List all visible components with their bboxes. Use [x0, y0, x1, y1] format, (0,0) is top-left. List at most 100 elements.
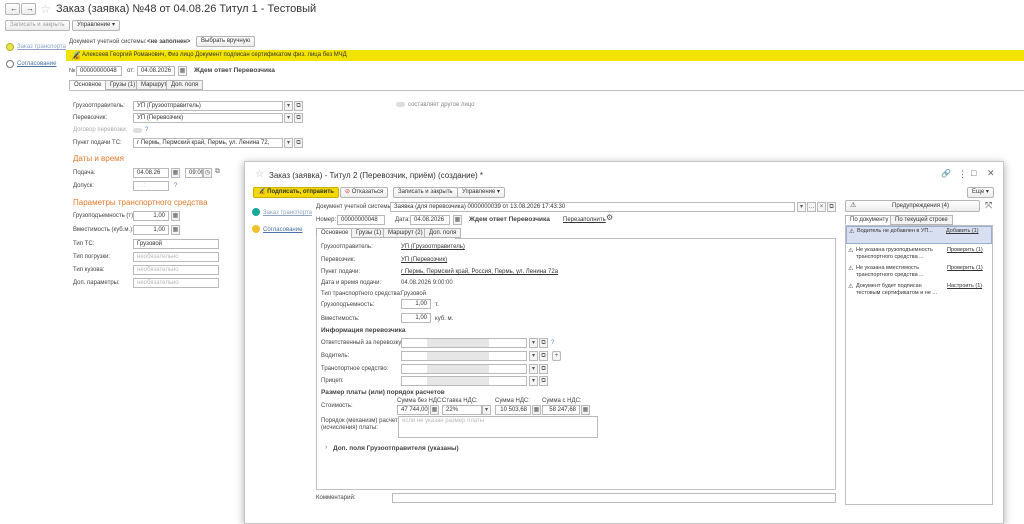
tab-main[interactable]: Основное	[316, 228, 354, 238]
select-icon[interactable]: …	[807, 202, 816, 212]
warning-row[interactable]: ⚠ Не указана вместимость транспортного с…	[846, 264, 992, 281]
help-icon[interactable]: ?	[145, 126, 148, 134]
submit-date-field[interactable]: 04.08.26	[133, 168, 169, 178]
settings-icon[interactable]: ⚙	[606, 213, 613, 222]
driver-field[interactable]	[401, 351, 527, 361]
link-icon[interactable]: 🔗	[941, 169, 951, 178]
open-link-icon[interactable]: ⧉	[539, 376, 548, 386]
nav-approval[interactable]: Согласование	[263, 226, 302, 234]
carrier-field[interactable]: УП (Перевозчик)	[133, 113, 283, 123]
copy-icon[interactable]: ⧉	[215, 168, 220, 176]
tab-main[interactable]: Основное	[69, 80, 107, 90]
dropdown-icon[interactable]: ▾	[482, 405, 491, 415]
num-field[interactable]: 00000000048	[337, 215, 385, 225]
vat-rate-field[interactable]: 22%	[442, 405, 482, 415]
calendar-icon[interactable]: ▦	[453, 215, 462, 225]
help-icon[interactable]: ?	[551, 339, 554, 347]
save-close-button[interactable]: Записать и закрыть	[393, 187, 458, 198]
open-link-icon[interactable]: ⧉	[539, 338, 548, 348]
ts-type-field[interactable]: Грузовой	[133, 239, 219, 249]
calculator-icon[interactable]: ▦	[171, 225, 180, 235]
dropdown-icon[interactable]: ▾	[797, 202, 806, 212]
manage-button[interactable]: Управление ▾	[72, 20, 121, 31]
carrier-link[interactable]: УП (Перевозчик)	[401, 256, 447, 264]
tab-by-row[interactable]: По текущей строке	[890, 215, 953, 225]
admit-field[interactable]: . . :	[133, 181, 169, 191]
sum-no-vat-field[interactable]: 47 744,00	[397, 405, 429, 415]
chevron-right-icon[interactable]: ›	[325, 444, 327, 451]
volume-field[interactable]: 1,00	[133, 225, 169, 235]
forward-button[interactable]: →	[21, 3, 36, 15]
clear-icon[interactable]: ×	[817, 202, 826, 212]
more-menu-icon[interactable]: ⋮	[958, 169, 967, 180]
load-type-field[interactable]: необязательно	[133, 252, 219, 262]
open-link-icon[interactable]: ⧉	[539, 351, 548, 361]
order-field[interactable]: если не указан размер платы	[398, 416, 598, 438]
calculator-icon[interactable]: ▦	[581, 405, 590, 415]
open-link-icon[interactable]: ⧉	[294, 113, 303, 123]
dropdown-icon[interactable]: ▾	[529, 351, 538, 361]
toggle-icon[interactable]	[396, 102, 405, 107]
warnings-button[interactable]: ⚠ Предупреждения (4)	[845, 200, 980, 212]
calendar-icon[interactable]: ▦	[171, 168, 180, 178]
vehicle-field[interactable]	[401, 364, 527, 374]
date-field[interactable]: 04.08.2026	[137, 66, 175, 76]
tab-by-doc[interactable]: По документу	[845, 215, 894, 225]
dropdown-icon[interactable]: ▾	[284, 113, 293, 123]
calculator-icon[interactable]: ▦	[171, 211, 180, 221]
sign-send-button[interactable]: 🔏 Подписать, отправить	[253, 187, 339, 198]
tab-extra[interactable]: Доп. поля	[166, 80, 204, 90]
point-field[interactable]: г Пермь, Пермский край, Пермь, ул. Ленин…	[133, 138, 283, 148]
manage-button[interactable]: Управление ▾	[457, 187, 506, 198]
nav-approval[interactable]: Согласование	[17, 60, 56, 68]
choose-manual-button[interactable]: Выбрать вручную	[196, 36, 256, 47]
num-field[interactable]: 00000000048	[76, 66, 122, 76]
doc-field[interactable]: Заявка (для перевозчика) 0000000039 от 1…	[390, 202, 795, 212]
dropdown-icon[interactable]: ▾	[529, 338, 538, 348]
trailer-field[interactable]	[401, 376, 527, 386]
warning-row[interactable]: ⚠ Документ будет подписан тестовым серти…	[846, 282, 992, 299]
capacity-field[interactable]: 1,00	[401, 299, 431, 309]
warning-row[interactable]: ⚠ Не указана грузоподъемность транспортн…	[846, 246, 992, 263]
refuse-button[interactable]: ⊘ Отказаться	[340, 187, 389, 198]
refill-link[interactable]: Перезаполнить	[563, 216, 606, 224]
responsible-field[interactable]	[401, 338, 527, 348]
help-icon[interactable]: ?	[174, 182, 177, 190]
tab-cargo[interactable]: Грузы (1)	[351, 228, 387, 238]
body-type-field[interactable]: необязательно	[133, 265, 219, 275]
add-icon[interactable]: +	[552, 351, 561, 361]
shipper-field[interactable]: УП (Грузоотправитель)	[133, 101, 283, 111]
dropdown-icon[interactable]: ▾	[529, 364, 538, 374]
save-close-button[interactable]: Записать и закрыть	[5, 20, 70, 31]
dropdown-icon[interactable]: ▾	[284, 138, 293, 148]
sum-with-vat-field[interactable]: 58 247,68	[542, 405, 580, 415]
tab-route[interactable]: Маршрут (2)	[383, 228, 428, 238]
calculator-icon[interactable]: ▦	[532, 405, 541, 415]
point-link[interactable]: г Пермь, Пермский край, Россия, Пермь, у…	[401, 268, 558, 276]
extra-fields-toggle[interactable]: Доп. поля Грузоотправителя (указаны)	[333, 445, 459, 453]
shipper-link[interactable]: УП (Грузоотправитель)	[401, 243, 465, 251]
open-link-icon[interactable]: ⧉	[294, 138, 303, 148]
submit-time-field[interactable]: 09:00	[185, 168, 203, 178]
dropdown-icon[interactable]: ▾	[284, 101, 293, 111]
close-icon[interactable]: ✕	[987, 168, 995, 179]
extra-params-field[interactable]: необязательно	[133, 278, 219, 288]
volume-field[interactable]: 1,00	[401, 313, 431, 323]
date-field[interactable]: 04.08.2026	[410, 215, 450, 225]
open-link-icon[interactable]: ⧉	[539, 364, 548, 374]
collapse-icon[interactable]: ⤧	[985, 200, 992, 211]
dropdown-icon[interactable]: ▾	[529, 376, 538, 386]
calendar-icon[interactable]: ▦	[178, 66, 187, 76]
star-icon[interactable]: ☆	[40, 2, 51, 16]
capacity-field[interactable]: 1,00	[133, 211, 169, 221]
tab-cargo[interactable]: Грузы (1)	[105, 80, 141, 90]
comment-field[interactable]	[392, 493, 836, 503]
nav-order[interactable]: Заказ транспорта	[17, 43, 66, 51]
maximize-icon[interactable]: □	[971, 168, 976, 178]
back-button[interactable]: ←	[5, 3, 20, 15]
star-icon[interactable]: ☆	[255, 169, 264, 180]
warning-row[interactable]: ⚠ Водитель не добавлен в УП... Добавить …	[846, 226, 992, 244]
vat-sum-field[interactable]: 10 503,68	[495, 405, 531, 415]
open-link-icon[interactable]: ⧉	[294, 101, 303, 111]
toggle-icon[interactable]	[133, 128, 142, 133]
